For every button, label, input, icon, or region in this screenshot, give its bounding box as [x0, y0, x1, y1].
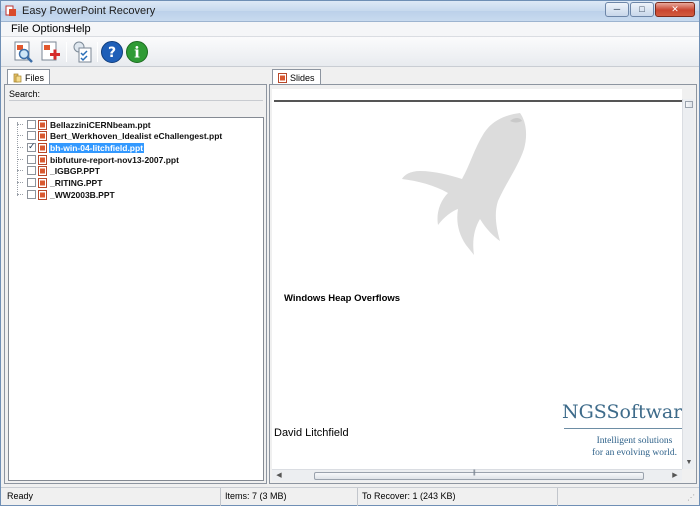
info-icon[interactable]: i	[125, 40, 149, 64]
search-input[interactable]	[9, 100, 263, 102]
menu-bar: File Options Help	[1, 22, 699, 37]
logo-text: NGSSoftware	[562, 401, 682, 423]
toolbar-separator	[97, 42, 98, 62]
svg-text:?: ?	[108, 45, 116, 61]
list-item[interactable]: _WW2003B.PPT	[21, 189, 116, 200]
list-item[interactable]: Bert_Werkhoven_Idealist eChallengest.ppt	[21, 130, 223, 141]
svg-text:i: i	[134, 44, 140, 62]
maximize-button[interactable]: □	[630, 2, 654, 17]
scroll-down-icon[interactable]: ▼	[684, 458, 694, 468]
close-button[interactable]: ✕	[655, 2, 695, 17]
file-checkbox[interactable]	[27, 131, 36, 140]
vertical-scrollbar[interactable]: ▼	[682, 99, 694, 469]
file-name: _RITING.PPT	[50, 177, 103, 188]
file-name: Bert_Werkhoven_Idealist eChallengest.ppt	[50, 130, 223, 141]
file-checkbox[interactable]	[27, 155, 36, 164]
list-item[interactable]: _IGBGP.PPT	[21, 165, 101, 176]
file-name: bibfuture-report-nov13-2007.ppt	[50, 154, 179, 165]
menu-help[interactable]: Help	[68, 23, 91, 35]
title-bar[interactable]: Easy PowerPoint Recovery ─ □ ✕	[1, 1, 699, 22]
ppt-file-icon	[38, 119, 47, 130]
scroll-left-icon[interactable]: ◀	[274, 471, 284, 481]
file-name: _IGBGP.PPT	[50, 165, 100, 176]
clipboard-check-icon[interactable]	[70, 40, 94, 64]
tagline: Intelligent solutions for an evolving wo…	[592, 435, 677, 459]
file-checkbox[interactable]	[27, 141, 36, 152]
horizontal-scroll-thumb[interactable]	[314, 470, 644, 480]
ppt-file-icon	[278, 73, 287, 83]
menu-file[interactable]: File	[11, 23, 29, 35]
app-window: Easy PowerPoint Recovery ─ □ ✕ File Opti…	[0, 0, 700, 506]
tab-slides[interactable]: Slides	[272, 69, 321, 85]
files-pane-body: Search: BellazziniCERNbeam.ppt Bert_Werk…	[4, 84, 267, 484]
search-label: Search:	[9, 89, 41, 99]
ppt-file-icon	[38, 154, 47, 165]
files-pane: Files Search: BellazziniCERNbeam.ppt Ber…	[4, 68, 267, 484]
tab-slides-label: Slides	[290, 73, 315, 83]
toolbar: ? i	[1, 37, 699, 67]
slide-author: David Litchfield	[274, 427, 349, 439]
file-name: BellazziniCERNbeam.ppt	[50, 119, 151, 130]
file-name: bh-win-04-litchfield.ppt	[49, 142, 145, 153]
list-item[interactable]: BellazziniCERNbeam.ppt	[21, 119, 152, 130]
list-item[interactable]: _RITING.PPT	[21, 177, 103, 188]
file-checkbox[interactable]	[27, 178, 36, 187]
magnifier-document-icon[interactable]	[11, 40, 35, 64]
status-state: Ready	[3, 488, 221, 506]
file-checkbox[interactable]	[27, 190, 36, 199]
slides-pane-body: Windows Heap Overflows David Litchfield …	[269, 84, 697, 484]
horizontal-scrollbar[interactable]: ◀ ▶	[272, 469, 682, 481]
ppt-file-icon	[38, 165, 47, 176]
file-checkbox[interactable]	[27, 120, 36, 129]
document-plus-icon[interactable]	[39, 40, 63, 64]
scroll-right-icon[interactable]: ▶	[670, 471, 680, 481]
status-bar: Ready Items: 7 (3 MB) To Recover: 1 (243…	[1, 487, 699, 506]
tab-files-label: Files	[25, 73, 45, 83]
tagline-line-2: for an evolving world.	[592, 448, 677, 458]
logo-divider	[564, 428, 682, 429]
window-controls: ─ □ ✕	[604, 2, 695, 17]
ppt-file-icon	[38, 177, 47, 188]
ppt-file-icon	[38, 142, 47, 153]
list-item[interactable]: bibfuture-report-nov13-2007.ppt	[21, 154, 180, 165]
minimize-button[interactable]: ─	[605, 2, 629, 17]
vertical-scroll-thumb[interactable]	[685, 101, 693, 108]
question-icon[interactable]: ?	[100, 40, 124, 64]
eagle-watermark-icon	[402, 113, 527, 255]
status-to-recover: To Recover: 1 (243 KB)	[358, 488, 558, 506]
tab-files[interactable]: Files	[7, 69, 51, 85]
menu-options[interactable]: Options	[32, 23, 70, 35]
list-item[interactable]: bh-win-04-litchfield.ppt	[21, 141, 145, 153]
tagline-line-1: Intelligent solutions	[596, 436, 673, 446]
slide-preview: Windows Heap Overflows David Litchfield …	[272, 89, 682, 469]
resize-grip-icon[interactable]: ⋰	[687, 493, 697, 503]
ppt-file-icon	[38, 189, 47, 200]
slides-pane: Slides Windows Heap Overflows David Litc…	[269, 68, 697, 484]
file-checkbox[interactable]	[27, 166, 36, 175]
folder-icon	[13, 73, 22, 83]
file-name: _WW2003B.PPT	[50, 189, 115, 200]
app-icon	[5, 5, 16, 16]
status-items: Items: 7 (3 MB)	[221, 488, 358, 506]
window-title: Easy PowerPoint Recovery	[22, 5, 156, 17]
slide-divider	[274, 100, 682, 102]
toolbar-separator	[66, 42, 67, 62]
slide-title: Windows Heap Overflows	[284, 293, 401, 304]
file-tree[interactable]: BellazziniCERNbeam.ppt Bert_Werkhoven_Id…	[8, 117, 264, 481]
ppt-file-icon	[38, 130, 47, 141]
